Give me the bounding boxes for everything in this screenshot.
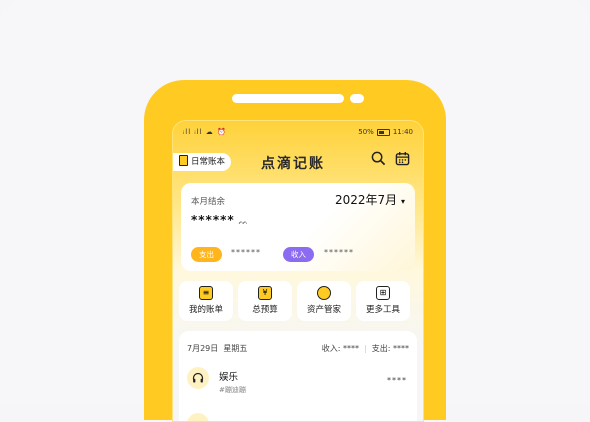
battery-percent: 50% bbox=[358, 128, 374, 136]
tool-total-budget[interactable]: ¥ 总预算 bbox=[238, 281, 292, 321]
battery-icon bbox=[376, 128, 390, 136]
expense-total-label: 支出: bbox=[371, 344, 391, 353]
balance-label: 本月结余 bbox=[191, 197, 226, 207]
daily-records: 7月29日 星期五 收入: **** | 支出: **** 娱乐 #蹦迪蹦 **** bbox=[179, 331, 417, 421]
tool-more[interactable]: ⊞ 更多工具 bbox=[356, 281, 410, 321]
status-right: 50% 11:40 bbox=[358, 128, 413, 136]
month-label: 2022年7月 bbox=[334, 193, 398, 207]
book-name: 日常账本 bbox=[191, 157, 226, 167]
record-date: 7月29日 星期五 bbox=[187, 343, 247, 354]
tool-shortcuts: ≡ 我的账单 ¥ 总预算 资产管家 ⊞ 更多工具 bbox=[179, 281, 417, 321]
clock: 11:40 bbox=[392, 128, 413, 136]
signal-icons: ᵢll ᵢll ☁ ⏰ bbox=[183, 128, 227, 136]
asset-search-icon bbox=[317, 286, 331, 300]
tool-my-bills[interactable]: ≡ 我的账单 bbox=[179, 281, 233, 321]
phone-speaker bbox=[232, 94, 344, 103]
income-value: ****** bbox=[324, 248, 354, 257]
month-selector[interactable]: 2022年7月 ▾ bbox=[335, 191, 405, 208]
balance-value: ****** ᨓ bbox=[191, 213, 249, 227]
day-totals: 收入: **** | 支出: **** bbox=[321, 344, 409, 353]
account-book-switcher[interactable]: 日常账本 bbox=[173, 153, 232, 171]
app-header: 日常账本 点滴记账 bbox=[173, 151, 423, 175]
income-tag: 收入 bbox=[283, 247, 314, 262]
headphones-icon bbox=[187, 367, 209, 389]
date-label: 7月29日 bbox=[187, 344, 219, 353]
eye-closed-icon[interactable]: ᨓ bbox=[239, 217, 250, 226]
income-total-label: 收入: bbox=[321, 344, 341, 353]
record-amount: **** bbox=[387, 376, 407, 385]
calendar-icon[interactable] bbox=[395, 151, 410, 170]
phone-frame: ᵢll ᵢll ☁ ⏰ 50% 11:40 日常账本 点滴记账 本月结余 2022… bbox=[144, 80, 446, 422]
monthly-summary-card: 本月结余 2022年7月 ▾ ****** ᨓ 支出 ****** 收入 ****… bbox=[181, 183, 415, 271]
status-bar: ᵢll ᵢll ☁ ⏰ 50% 11:40 bbox=[183, 127, 413, 139]
app-title: 点滴记账 bbox=[261, 156, 325, 172]
balance-amount: ****** bbox=[191, 213, 235, 227]
record-note: #蹦迪蹦 bbox=[219, 386, 246, 394]
expense-total-value: **** bbox=[393, 344, 409, 353]
tool-asset-manager[interactable]: 资产管家 bbox=[297, 281, 351, 321]
app-screen: ᵢll ᵢll ☁ ⏰ 50% 11:40 日常账本 点滴记账 本月结余 2022… bbox=[172, 120, 424, 422]
income-total-value: **** bbox=[343, 344, 360, 353]
tool-label: 更多工具 bbox=[365, 305, 400, 315]
expense-value: ****** bbox=[231, 248, 261, 257]
weekday-label: 星期五 bbox=[223, 344, 248, 353]
grid-icon: ⊞ bbox=[376, 286, 390, 300]
next-record-icon bbox=[187, 413, 209, 421]
tool-label: 我的账单 bbox=[188, 305, 223, 315]
phone-camera bbox=[350, 94, 364, 103]
budget-icon: ¥ bbox=[258, 286, 272, 300]
bill-icon: ≡ bbox=[199, 286, 213, 300]
record-category: 娱乐 bbox=[219, 372, 239, 383]
search-icon[interactable] bbox=[371, 151, 386, 170]
expense-tag: 支出 bbox=[191, 247, 222, 262]
tool-label: 资产管家 bbox=[306, 305, 341, 315]
book-icon bbox=[179, 155, 188, 166]
chevron-down-icon: ▾ bbox=[400, 197, 405, 206]
tool-label: 总预算 bbox=[252, 305, 278, 315]
